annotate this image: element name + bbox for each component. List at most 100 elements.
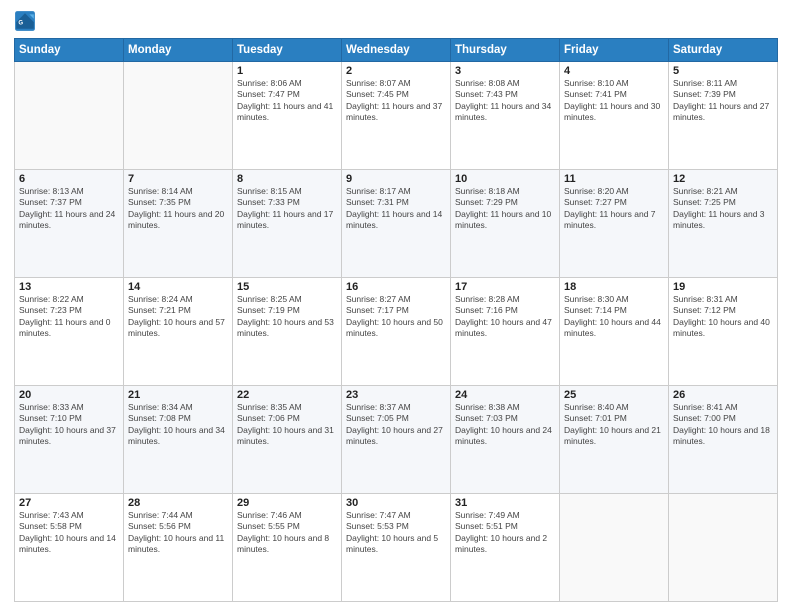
calendar-cell <box>560 494 669 602</box>
calendar-cell: 16Sunrise: 8:27 AM Sunset: 7:17 PM Dayli… <box>342 278 451 386</box>
day-info: Sunrise: 8:15 AM Sunset: 7:33 PM Dayligh… <box>237 186 337 232</box>
calendar-cell: 25Sunrise: 8:40 AM Sunset: 7:01 PM Dayli… <box>560 386 669 494</box>
calendar-cell: 14Sunrise: 8:24 AM Sunset: 7:21 PM Dayli… <box>124 278 233 386</box>
calendar-cell: 13Sunrise: 8:22 AM Sunset: 7:23 PM Dayli… <box>15 278 124 386</box>
day-number: 3 <box>455 65 555 77</box>
day-number: 12 <box>673 173 773 185</box>
calendar-cell: 11Sunrise: 8:20 AM Sunset: 7:27 PM Dayli… <box>560 170 669 278</box>
day-number: 28 <box>128 497 228 509</box>
day-info: Sunrise: 8:34 AM Sunset: 7:08 PM Dayligh… <box>128 402 228 448</box>
calendar-cell: 3Sunrise: 8:08 AM Sunset: 7:43 PM Daylig… <box>451 62 560 170</box>
day-number: 31 <box>455 497 555 509</box>
calendar-cell: 26Sunrise: 8:41 AM Sunset: 7:00 PM Dayli… <box>669 386 778 494</box>
day-number: 8 <box>237 173 337 185</box>
svg-text:G: G <box>18 20 23 26</box>
day-info: Sunrise: 8:20 AM Sunset: 7:27 PM Dayligh… <box>564 186 664 232</box>
calendar-cell: 18Sunrise: 8:30 AM Sunset: 7:14 PM Dayli… <box>560 278 669 386</box>
day-number: 2 <box>346 65 446 77</box>
day-number: 20 <box>19 389 119 401</box>
week-row-3: 13Sunrise: 8:22 AM Sunset: 7:23 PM Dayli… <box>15 278 778 386</box>
day-number: 29 <box>237 497 337 509</box>
calendar-cell: 19Sunrise: 8:31 AM Sunset: 7:12 PM Dayli… <box>669 278 778 386</box>
calendar-cell: 17Sunrise: 8:28 AM Sunset: 7:16 PM Dayli… <box>451 278 560 386</box>
day-info: Sunrise: 8:37 AM Sunset: 7:05 PM Dayligh… <box>346 402 446 448</box>
calendar-cell: 6Sunrise: 8:13 AM Sunset: 7:37 PM Daylig… <box>15 170 124 278</box>
calendar-cell: 2Sunrise: 8:07 AM Sunset: 7:45 PM Daylig… <box>342 62 451 170</box>
calendar-cell: 12Sunrise: 8:21 AM Sunset: 7:25 PM Dayli… <box>669 170 778 278</box>
day-info: Sunrise: 8:13 AM Sunset: 7:37 PM Dayligh… <box>19 186 119 232</box>
day-info: Sunrise: 8:41 AM Sunset: 7:00 PM Dayligh… <box>673 402 773 448</box>
day-info: Sunrise: 8:11 AM Sunset: 7:39 PM Dayligh… <box>673 78 773 124</box>
day-info: Sunrise: 8:30 AM Sunset: 7:14 PM Dayligh… <box>564 294 664 340</box>
day-info: Sunrise: 8:25 AM Sunset: 7:19 PM Dayligh… <box>237 294 337 340</box>
weekday-header-tuesday: Tuesday <box>233 39 342 62</box>
calendar-table: SundayMondayTuesdayWednesdayThursdayFrid… <box>14 38 778 602</box>
calendar-cell: 29Sunrise: 7:46 AM Sunset: 5:55 PM Dayli… <box>233 494 342 602</box>
day-number: 6 <box>19 173 119 185</box>
day-number: 15 <box>237 281 337 293</box>
calendar-cell: 4Sunrise: 8:10 AM Sunset: 7:41 PM Daylig… <box>560 62 669 170</box>
day-info: Sunrise: 8:18 AM Sunset: 7:29 PM Dayligh… <box>455 186 555 232</box>
day-info: Sunrise: 8:22 AM Sunset: 7:23 PM Dayligh… <box>19 294 119 340</box>
day-number: 9 <box>346 173 446 185</box>
day-info: Sunrise: 7:47 AM Sunset: 5:53 PM Dayligh… <box>346 510 446 556</box>
calendar-cell: 27Sunrise: 7:43 AM Sunset: 5:58 PM Dayli… <box>15 494 124 602</box>
calendar-cell <box>669 494 778 602</box>
week-row-2: 6Sunrise: 8:13 AM Sunset: 7:37 PM Daylig… <box>15 170 778 278</box>
week-row-1: 1Sunrise: 8:06 AM Sunset: 7:47 PM Daylig… <box>15 62 778 170</box>
day-number: 5 <box>673 65 773 77</box>
calendar-cell: 21Sunrise: 8:34 AM Sunset: 7:08 PM Dayli… <box>124 386 233 494</box>
day-number: 26 <box>673 389 773 401</box>
week-row-5: 27Sunrise: 7:43 AM Sunset: 5:58 PM Dayli… <box>15 494 778 602</box>
day-number: 17 <box>455 281 555 293</box>
day-info: Sunrise: 7:43 AM Sunset: 5:58 PM Dayligh… <box>19 510 119 556</box>
day-info: Sunrise: 7:46 AM Sunset: 5:55 PM Dayligh… <box>237 510 337 556</box>
calendar-cell: 23Sunrise: 8:37 AM Sunset: 7:05 PM Dayli… <box>342 386 451 494</box>
calendar-cell: 22Sunrise: 8:35 AM Sunset: 7:06 PM Dayli… <box>233 386 342 494</box>
calendar-cell: 20Sunrise: 8:33 AM Sunset: 7:10 PM Dayli… <box>15 386 124 494</box>
week-row-4: 20Sunrise: 8:33 AM Sunset: 7:10 PM Dayli… <box>15 386 778 494</box>
day-number: 18 <box>564 281 664 293</box>
weekday-header-monday: Monday <box>124 39 233 62</box>
day-number: 11 <box>564 173 664 185</box>
day-info: Sunrise: 8:40 AM Sunset: 7:01 PM Dayligh… <box>564 402 664 448</box>
day-info: Sunrise: 8:24 AM Sunset: 7:21 PM Dayligh… <box>128 294 228 340</box>
calendar-cell: 30Sunrise: 7:47 AM Sunset: 5:53 PM Dayli… <box>342 494 451 602</box>
day-number: 25 <box>564 389 664 401</box>
day-number: 22 <box>237 389 337 401</box>
day-number: 7 <box>128 173 228 185</box>
page: G SundayMondayTuesdayWednesdayThursdayFr… <box>0 0 792 612</box>
day-info: Sunrise: 8:38 AM Sunset: 7:03 PM Dayligh… <box>455 402 555 448</box>
calendar-cell: 10Sunrise: 8:18 AM Sunset: 7:29 PM Dayli… <box>451 170 560 278</box>
day-info: Sunrise: 8:31 AM Sunset: 7:12 PM Dayligh… <box>673 294 773 340</box>
day-number: 1 <box>237 65 337 77</box>
day-info: Sunrise: 8:35 AM Sunset: 7:06 PM Dayligh… <box>237 402 337 448</box>
weekday-header-wednesday: Wednesday <box>342 39 451 62</box>
calendar-cell: 7Sunrise: 8:14 AM Sunset: 7:35 PM Daylig… <box>124 170 233 278</box>
day-number: 14 <box>128 281 228 293</box>
day-number: 10 <box>455 173 555 185</box>
day-number: 19 <box>673 281 773 293</box>
day-number: 23 <box>346 389 446 401</box>
logo-icon: G <box>14 10 36 32</box>
day-info: Sunrise: 8:27 AM Sunset: 7:17 PM Dayligh… <box>346 294 446 340</box>
calendar-cell: 31Sunrise: 7:49 AM Sunset: 5:51 PM Dayli… <box>451 494 560 602</box>
day-info: Sunrise: 7:44 AM Sunset: 5:56 PM Dayligh… <box>128 510 228 556</box>
calendar-cell: 28Sunrise: 7:44 AM Sunset: 5:56 PM Dayli… <box>124 494 233 602</box>
day-number: 21 <box>128 389 228 401</box>
weekday-header-thursday: Thursday <box>451 39 560 62</box>
day-info: Sunrise: 8:33 AM Sunset: 7:10 PM Dayligh… <box>19 402 119 448</box>
header: G <box>14 10 778 32</box>
day-info: Sunrise: 8:14 AM Sunset: 7:35 PM Dayligh… <box>128 186 228 232</box>
day-number: 27 <box>19 497 119 509</box>
calendar-cell: 1Sunrise: 8:06 AM Sunset: 7:47 PM Daylig… <box>233 62 342 170</box>
calendar-cell <box>124 62 233 170</box>
weekday-header-row: SundayMondayTuesdayWednesdayThursdayFrid… <box>15 39 778 62</box>
calendar-cell: 8Sunrise: 8:15 AM Sunset: 7:33 PM Daylig… <box>233 170 342 278</box>
day-info: Sunrise: 7:49 AM Sunset: 5:51 PM Dayligh… <box>455 510 555 556</box>
day-info: Sunrise: 8:06 AM Sunset: 7:47 PM Dayligh… <box>237 78 337 124</box>
calendar-cell: 5Sunrise: 8:11 AM Sunset: 7:39 PM Daylig… <box>669 62 778 170</box>
day-number: 4 <box>564 65 664 77</box>
calendar-cell: 24Sunrise: 8:38 AM Sunset: 7:03 PM Dayli… <box>451 386 560 494</box>
day-number: 16 <box>346 281 446 293</box>
